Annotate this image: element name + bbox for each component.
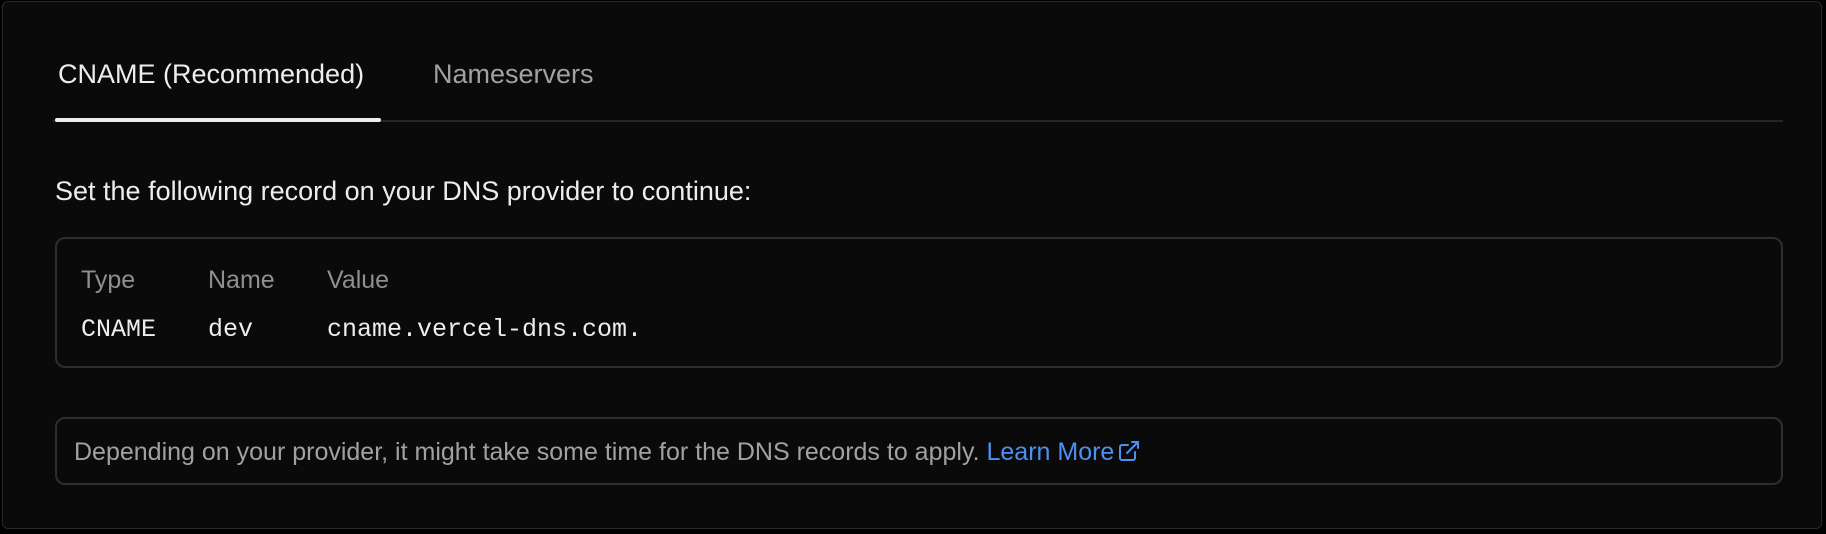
active-tab-indicator	[55, 118, 381, 122]
record-type-tabs: CNAME (Recommended) Nameservers	[53, 2, 1783, 122]
tab-cname-label: CNAME (Recommended)	[58, 59, 365, 89]
record-value-value[interactable]: cname.vercel-dns.com.	[327, 313, 642, 347]
record-type-value[interactable]: CNAME	[81, 313, 156, 347]
learn-more-label: Learn More	[986, 438, 1115, 466]
dns-record-table: Type Name Value CNAME dev cname.vercel-d…	[55, 237, 1783, 368]
propagation-note-text: Depending on your provider, it might tak…	[74, 438, 987, 466]
dns-configuration-panel: CNAME (Recommended) Nameservers Set the …	[2, 1, 1822, 529]
external-link-icon	[1117, 438, 1141, 462]
column-header-name: Name	[208, 266, 275, 294]
record-name-value[interactable]: dev	[208, 313, 253, 347]
propagation-note: Depending on your provider, it might tak…	[55, 417, 1783, 485]
instruction-text: Set the following record on your DNS pro…	[55, 176, 752, 206]
tab-cname[interactable]: CNAME (Recommended)	[58, 56, 364, 92]
column-header-type: Type	[81, 266, 136, 294]
learn-more-link[interactable]: Learn More	[986, 438, 1141, 466]
column-header-value: Value	[327, 266, 390, 294]
tab-nameservers[interactable]: Nameservers	[433, 56, 594, 92]
tab-nameservers-label: Nameservers	[433, 59, 594, 89]
propagation-note-content: Depending on your provider, it might tak…	[74, 435, 1141, 469]
